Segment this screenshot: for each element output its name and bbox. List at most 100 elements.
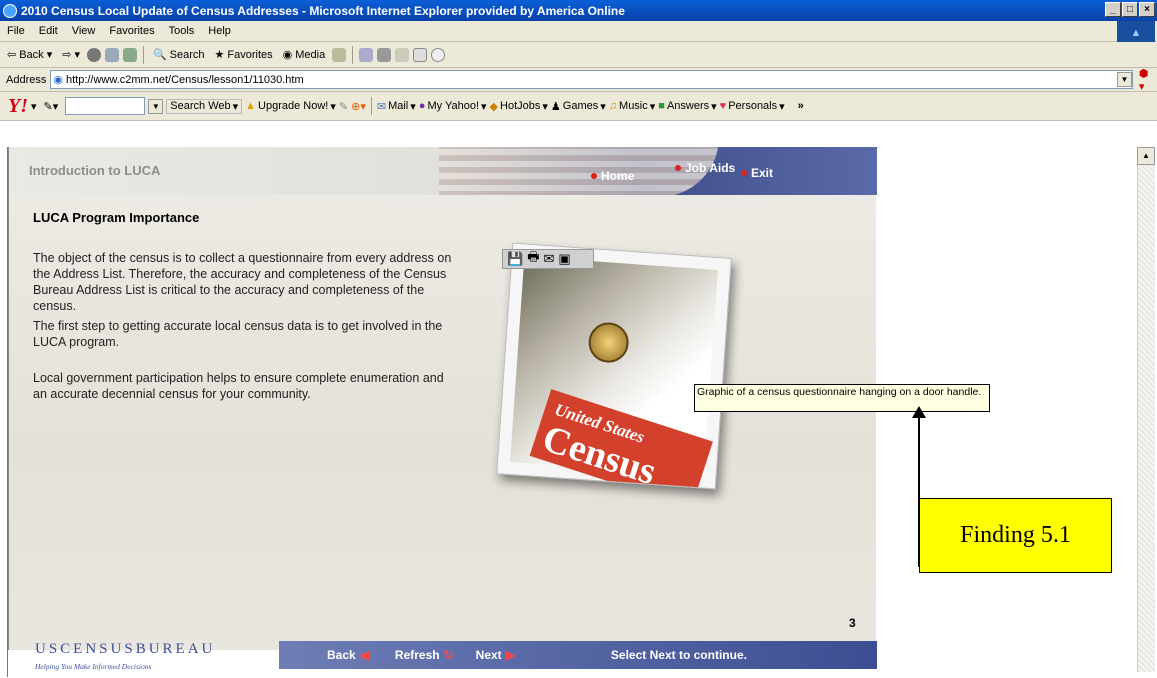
page-number: 3 <box>849 616 856 630</box>
my-yahoo-button[interactable]: ● My Yahoo! ▾ <box>419 100 487 113</box>
forward-button[interactable]: ⇨ ▾ <box>59 48 83 61</box>
back-arrow-icon: ⇦ <box>7 49 17 61</box>
games-icon: ♟ <box>550 100 561 113</box>
home-icon[interactable] <box>122 47 137 62</box>
menu-favorites[interactable]: Favorites <box>102 25 161 37</box>
window-titlebar: 2010 Census Local Update of Census Addre… <box>0 0 1157 21</box>
menu-help[interactable]: Help <box>201 25 238 37</box>
save-icon[interactable]: 💾 <box>507 251 523 267</box>
discuss-icon[interactable] <box>413 47 428 62</box>
acrobat-icon[interactable]: ⬢ ▾ <box>1139 67 1157 93</box>
yahoo-mail-button[interactable]: ✉ Mail ▾ <box>377 100 416 113</box>
refresh-icon[interactable] <box>104 47 119 62</box>
lesson-header: Introduction to LUCA Home Job Aids Exit <box>9 147 877 195</box>
nav-job-aids[interactable]: Job Aids <box>675 161 735 175</box>
menu-edit[interactable]: Edit <box>32 25 65 37</box>
refresh-icon: ↻ <box>443 648 454 662</box>
more-chevron-icon[interactable]: » <box>798 100 804 112</box>
nav-home[interactable]: Home <box>591 169 634 183</box>
messenger-icon[interactable] <box>431 47 446 62</box>
music-button[interactable]: ♫ Music ▾ <box>609 100 656 113</box>
next-arrow-icon: ▶ <box>505 648 515 662</box>
edit-icon[interactable] <box>395 47 410 62</box>
mail-envelope-icon: ✉ <box>376 100 387 113</box>
folder-icon[interactable]: ▣ <box>558 251 570 267</box>
stop-icon[interactable] <box>86 47 101 62</box>
music-icon: ♫ <box>608 100 618 112</box>
print-icon[interactable] <box>377 47 392 62</box>
census-tagline: Helping You Make Informed Decisions <box>35 662 152 671</box>
scroll-up-button[interactable]: ▲ <box>1137 147 1155 165</box>
next-link[interactable]: Next ▶ <box>476 648 515 662</box>
back-link[interactable]: Back ◀ <box>327 648 369 662</box>
print-icon[interactable]: 🖶 <box>527 248 539 270</box>
window-title: 2010 Census Local Update of Census Addre… <box>21 3 625 18</box>
nav-bullet-icon <box>741 170 747 176</box>
yahoo-toolbar: Y! ▾ ✎▾ ▼ Search Web ▾ ▲ Upgrade Now! ▾ ✎ … <box>0 92 1157 121</box>
menu-tools[interactable]: Tools <box>162 25 202 37</box>
lesson-title: LUCA Program Importance <box>33 210 200 225</box>
personals-button[interactable]: ♥ Personals ▾ <box>720 100 785 113</box>
vertical-scrollbar[interactable]: ▲ <box>1137 147 1155 672</box>
menu-bar: File Edit View Favorites Tools Help ▲ <box>0 21 1157 45</box>
favorites-button[interactable]: ★ Favorites <box>212 48 276 62</box>
warning-icon: ▲ <box>245 100 257 112</box>
pencil-icon[interactable]: ✎▾ <box>44 100 59 113</box>
address-input[interactable]: ◉ http://www.c2mm.net/Census/lesson1/110… <box>50 70 1133 89</box>
answers-icon: ■ <box>658 100 665 112</box>
course-title: Introduction to LUCA <box>29 163 161 178</box>
mail-icon[interactable] <box>359 47 374 62</box>
browser-viewport: Introduction to LUCA Home Job Aids Exit … <box>0 121 1157 678</box>
census-bag-graphic: United States Census <box>529 389 713 490</box>
highlight-icon[interactable]: ✎ <box>339 100 348 113</box>
target-icon[interactable]: ⊕▾ <box>351 100 366 113</box>
nav-exit[interactable]: Exit <box>741 166 773 180</box>
refresh-link[interactable]: Refresh ↻ <box>395 648 454 662</box>
menu-file[interactable]: File <box>0 25 32 37</box>
media-button[interactable]: ◉ Media <box>280 48 329 62</box>
favorites-icon: ★ <box>214 49 225 61</box>
page-icon: ◉ <box>53 74 63 86</box>
nav-bullet-icon <box>675 165 681 171</box>
forward-arrow-icon: ⇨ <box>62 49 72 61</box>
questionnaire-photo: United States Census <box>496 242 732 490</box>
image-tooltip: Graphic of a census questionnaire hangin… <box>694 384 990 412</box>
address-bar: Address ◉ http://www.c2mm.net/Census/les… <box>0 67 1157 93</box>
ie-icon <box>3 3 17 18</box>
image-toolbar: 💾 🖶 ✉ ▣ <box>502 249 594 269</box>
minimize-button[interactable]: _ <box>1105 2 1121 17</box>
menu-view[interactable]: View <box>65 25 103 37</box>
search-icon: 🔍 <box>152 49 167 61</box>
maximize-button[interactable]: □ <box>1122 2 1138 17</box>
paragraph-2: The first step to getting accurate local… <box>33 319 443 349</box>
finding-annotation-box: Finding 5.1 <box>919 498 1112 573</box>
hotjobs-button[interactable]: ◆ HotJobs ▾ <box>490 100 548 113</box>
search-button[interactable]: 🔍 Search <box>150 48 208 62</box>
address-dropdown-button[interactable]: ▼ <box>1116 72 1132 87</box>
address-url: http://www.c2mm.net/Census/lesson1/11030… <box>65 73 304 86</box>
standard-toolbar: ⇦ Back ▾ ⇨ ▾ 🔍 Search ★ Favorites ◉ Media <box>0 42 1157 68</box>
address-label: Address <box>6 73 47 86</box>
back-arrow-icon: ◀ <box>359 648 369 662</box>
media-icon: ◉ <box>282 49 293 61</box>
my-yahoo-icon: ● <box>418 100 426 112</box>
email-icon[interactable]: ✉ <box>543 251 554 267</box>
close-button[interactable]: × <box>1139 2 1155 17</box>
yahoo-search-input[interactable] <box>65 97 146 115</box>
window-controls: _ □ × <box>1105 2 1155 17</box>
games-button[interactable]: ♟ Games ▾ <box>551 100 606 113</box>
answers-button[interactable]: ■ Answers ▾ <box>658 100 716 113</box>
hotjobs-icon: ◆ <box>489 100 499 113</box>
yahoo-search-dropdown[interactable]: ▼ <box>148 98 164 114</box>
search-web-button[interactable]: Search Web ▾ <box>166 98 243 114</box>
yahoo-logo-icon[interactable]: Y! <box>8 95 28 118</box>
history-icon[interactable] <box>332 47 347 62</box>
paragraph-1: The object of the census is to collect a… <box>33 251 452 313</box>
footer-instruction: Select Next to continue. <box>610 648 747 662</box>
paragraph-3: Local government participation helps to … <box>33 371 444 401</box>
lesson-footer-bar: Back ◀ Refresh ↻ Next ▶ Select Next to cont… <box>279 641 877 669</box>
upgrade-button[interactable]: ▲ Upgrade Now! ▾ <box>245 100 336 113</box>
census-bureau-logo: USCENSUSBUREAU <box>35 641 216 657</box>
back-button[interactable]: ⇦ Back ▾ <box>4 48 55 62</box>
nav-bullet-icon <box>591 173 597 179</box>
